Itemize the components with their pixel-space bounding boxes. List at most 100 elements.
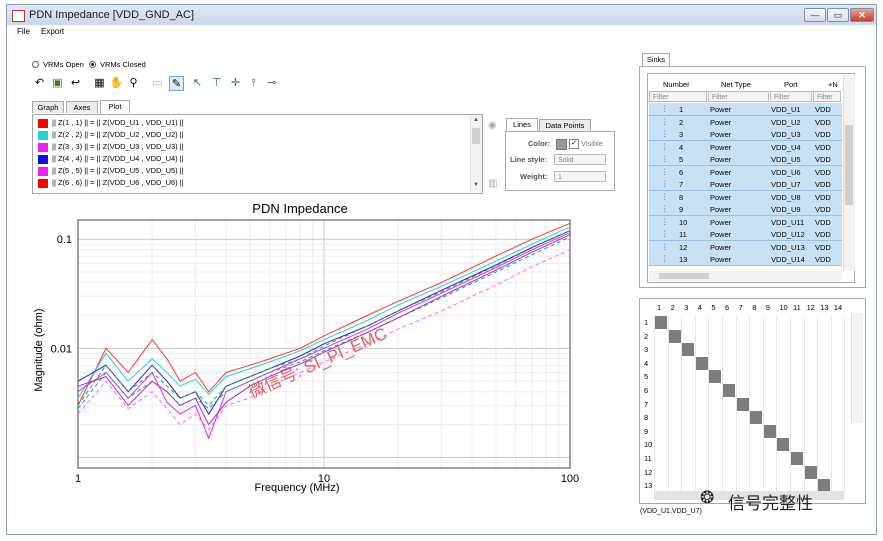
image-export-icon[interactable]: ▣	[50, 76, 65, 91]
table-row[interactable]: ⋮ 12 Power VDD_U13 VDD	[649, 240, 842, 254]
crosshair-icon[interactable]: ✛	[228, 76, 243, 91]
matrix-row-label: 8	[644, 413, 649, 423]
row-handle-icon[interactable]: ⋮	[661, 167, 669, 176]
marker-flag-icon[interactable]: ⊤	[209, 76, 224, 91]
filter-port[interactable]: Filter	[770, 91, 812, 102]
row-handle-icon[interactable]: ⋮	[661, 229, 669, 238]
grid-icon[interactable]: ▦	[92, 76, 107, 91]
matrix-cell[interactable]	[667, 329, 681, 343]
select-arrow-icon[interactable]: ↖	[190, 76, 205, 91]
menu-export[interactable]: Export	[41, 27, 64, 36]
tab-plot[interactable]: Plot	[100, 100, 130, 113]
col-number[interactable]: Number	[663, 80, 690, 89]
matrix-cell[interactable]	[681, 343, 695, 357]
matrix-cell[interactable]	[749, 411, 763, 425]
close-button[interactable]: ✕	[850, 8, 874, 22]
legend-item[interactable]: || Z(3 , 3) || = || Z(VDD_U3 , VDD_U3) |…	[38, 142, 184, 154]
table-row[interactable]: ⋮ 4 Power VDD_U4 VDD	[649, 140, 842, 154]
legend-item[interactable]: || Z(2 , 2) || = || Z(VDD_U2 , VDD_U2) |…	[38, 130, 184, 142]
undo-icon[interactable]: ↶	[32, 76, 47, 91]
tab-graph[interactable]: Graph	[32, 101, 64, 113]
row-handle-icon[interactable]: ⋮	[661, 204, 669, 213]
table-row[interactable]: ⋮ 2 Power VDD_U2 VDD	[649, 115, 842, 129]
matrix-cell[interactable]	[762, 424, 776, 438]
matrix-cell[interactable]	[708, 370, 722, 384]
matrix-cell[interactable]	[722, 384, 735, 397]
line-style-select[interactable]: Solid	[554, 154, 606, 165]
col-net-type[interactable]: Net Type	[721, 80, 751, 89]
ruler-icon[interactable]: ▭	[150, 76, 165, 91]
filter-n[interactable]: Filter	[813, 91, 841, 102]
color-swatch[interactable]	[556, 139, 567, 150]
table-row[interactable]: ⋮ 10 Power VDD_U11 VDD	[649, 215, 842, 229]
table-row[interactable]: ⋮ 13 Power VDD_U14 VDD	[649, 253, 842, 266]
sinks-vscroll[interactable]	[843, 75, 855, 271]
scroll-thumb[interactable]	[472, 128, 480, 144]
row-handle-icon[interactable]: ⋮	[661, 154, 669, 163]
cell-net: Power	[710, 242, 732, 252]
cell-number: 13	[679, 255, 688, 264]
matrix-cell[interactable]	[803, 465, 817, 479]
draw-pen-icon[interactable]: ✎	[169, 76, 184, 91]
matrix-cell[interactable]	[790, 452, 803, 465]
maximize-button[interactable]: ▭	[827, 8, 849, 22]
cell-number: 12	[679, 242, 688, 252]
table-row[interactable]: ⋮ 1 Power VDD_U1 VDD	[649, 103, 842, 116]
matrix-cell[interactable]	[735, 397, 749, 411]
tab-data-points[interactable]: Data Points	[539, 119, 591, 131]
legend-scrollbar[interactable]: ▲ ▼	[470, 116, 482, 192]
horizontal-marker-icon[interactable]: ⊸	[264, 76, 279, 91]
vertical-marker-icon[interactable]: ⫯	[246, 76, 261, 91]
row-handle-icon[interactable]: ⋮	[661, 179, 669, 188]
visible-checkbox[interactable]: ✓	[569, 139, 579, 149]
legend-item[interactable]: || Z(4 , 4) || = || Z(VDD_U4 , VDD_U4) |…	[38, 154, 184, 166]
table-row[interactable]: ⋮ 8 Power VDD_U8 VDD	[649, 190, 842, 204]
vrms-closed-radio[interactable]	[89, 61, 96, 68]
tab-lines[interactable]: Lines	[506, 118, 538, 131]
filter-number[interactable]: Filter	[649, 91, 707, 102]
row-handle-icon[interactable]: ⋮	[661, 192, 669, 201]
table-row[interactable]: ⋮ 7 Power VDD_U7 VDD	[649, 178, 842, 191]
row-handle-icon[interactable]: ⋮	[661, 217, 669, 226]
cell-number: 6	[679, 167, 684, 177]
scroll-down-icon[interactable]: ▼	[473, 182, 479, 188]
row-handle-icon[interactable]: ⋮	[661, 242, 669, 251]
table-row[interactable]: ⋮ 6 Power VDD_U6 VDD	[649, 165, 842, 179]
legend-item[interactable]: || Z(6 , 6) || = || Z(VDD_U6 , VDD_U6) |…	[38, 178, 184, 190]
zoom-icon[interactable]: ⚲	[126, 76, 141, 91]
matrix-gridline	[844, 316, 846, 493]
legend-swatch	[38, 130, 48, 140]
tab-axes[interactable]: Axes	[66, 101, 98, 113]
col-n[interactable]: +N	[828, 80, 838, 89]
back-icon[interactable]: ↩	[68, 76, 83, 91]
table-row[interactable]: ⋮ 11 Power VDD_U12 VDD	[649, 228, 842, 241]
matrix-cell[interactable]	[776, 438, 790, 452]
matrix-cell[interactable]	[654, 316, 667, 329]
row-handle-icon[interactable]: ⋮	[661, 104, 669, 113]
sinks-hscroll[interactable]	[649, 271, 842, 281]
matrix-vscroll[interactable]	[851, 313, 863, 423]
row-handle-icon[interactable]: ⋮	[661, 117, 669, 126]
filter-net-type[interactable]: Filter	[708, 91, 769, 102]
visibility-eye-icon[interactable]: ◉	[488, 120, 497, 131]
table-row[interactable]: ⋮ 3 Power VDD_U3 VDD	[649, 128, 842, 141]
weight-spinner[interactable]: 1	[554, 171, 606, 182]
row-handle-icon[interactable]: ⋮	[661, 142, 669, 151]
matrix-cell[interactable]	[694, 356, 708, 370]
menu-file[interactable]: File	[17, 27, 30, 36]
col-port[interactable]: Port	[784, 80, 798, 89]
trash-icon[interactable]: ▥	[488, 178, 497, 189]
row-handle-icon[interactable]: ⋮	[661, 129, 669, 138]
scroll-up-icon[interactable]: ▲	[473, 117, 479, 123]
vrms-open-radio[interactable]	[32, 61, 39, 68]
legend-item[interactable]: || Z(5 , 5) || = || Z(VDD_U5 , VDD_U5) |…	[38, 166, 184, 178]
table-row[interactable]: ⋮ 9 Power VDD_U9 VDD	[649, 203, 842, 216]
legend-item[interactable]: || Z(1 , 1) || = || Z(VDD_U1 , VDD_U1) |…	[38, 118, 184, 130]
pan-hand-icon[interactable]: ✋	[109, 76, 124, 91]
sinks-scroll-thumb[interactable]	[845, 125, 853, 205]
tab-sinks[interactable]: Sinks	[642, 53, 670, 66]
row-handle-icon[interactable]: ⋮	[661, 254, 669, 263]
minimize-button[interactable]: —	[804, 8, 826, 22]
sinks-hscroll-thumb[interactable]	[659, 273, 709, 279]
table-row[interactable]: ⋮ 5 Power VDD_U5 VDD	[649, 153, 842, 166]
